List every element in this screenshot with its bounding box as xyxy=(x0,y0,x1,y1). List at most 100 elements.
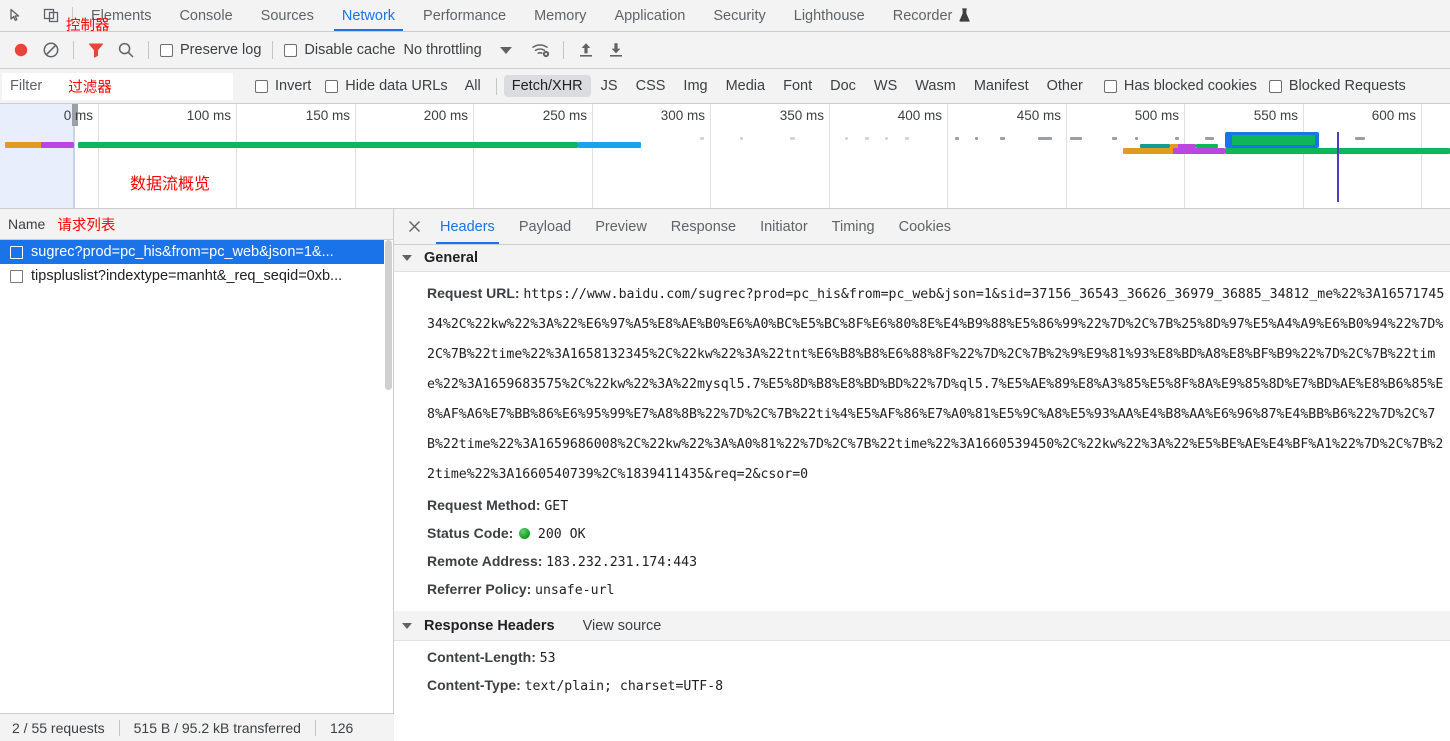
request-row-checkbox[interactable] xyxy=(10,269,23,283)
overview-tick-label: 200 ms xyxy=(423,108,468,123)
filter-type-fetch-xhr[interactable]: Fetch/XHR xyxy=(503,75,591,97)
tab-lighthouse[interactable]: Lighthouse xyxy=(780,0,879,31)
invert-label: Invert xyxy=(275,78,312,94)
invert-checkbox[interactable]: Invert xyxy=(251,78,315,94)
overview-tick-label: 300 ms xyxy=(660,108,705,123)
network-overview[interactable]: 0 ms 100 ms 150 ms 200 ms 250 ms 300 ms 350 ms… xyxy=(0,104,1450,209)
tab-console[interactable]: Console xyxy=(165,0,246,31)
general-section-header[interactable]: General xyxy=(394,245,1450,272)
content-type-key: Content-Type: xyxy=(427,677,521,693)
details-tab-initiator[interactable]: Initiator xyxy=(748,209,820,244)
remote-address-value: 183.232.231.174:443 xyxy=(546,555,698,570)
download-icon[interactable] xyxy=(601,36,631,64)
details-tab-preview[interactable]: Preview xyxy=(583,209,659,244)
inspect-element-icon[interactable] xyxy=(0,0,34,31)
overview-tick-line xyxy=(1184,104,1185,208)
details-tab-payload[interactable]: Payload xyxy=(507,209,583,244)
blocked-requests-checkbox[interactable]: Blocked Requests xyxy=(1265,78,1410,94)
device-toolbar-icon[interactable] xyxy=(34,0,68,31)
details-tab-cookies[interactable]: Cookies xyxy=(887,209,963,244)
filter-type-manifest[interactable]: Manifest xyxy=(966,75,1037,97)
tab-recorder[interactable]: Recorder xyxy=(879,0,986,31)
chevron-down-icon xyxy=(402,255,412,261)
filter-type-ws[interactable]: WS xyxy=(866,75,905,97)
filter-type-css[interactable]: CSS xyxy=(628,75,674,97)
filter-icon[interactable] xyxy=(81,36,111,64)
invert-checkbox-box xyxy=(255,79,268,93)
details-tab-headers[interactable]: Headers xyxy=(428,209,507,244)
response-headers-section-title: Response Headers xyxy=(424,617,555,634)
overview-micro-bar xyxy=(1070,137,1082,140)
scrollbar-thumb[interactable] xyxy=(385,240,392,390)
upload-icon[interactable] xyxy=(571,36,601,64)
request-list-header: Name 请求列表 xyxy=(0,209,393,240)
wifi-settings-icon[interactable] xyxy=(526,36,556,64)
tab-memory[interactable]: Memory xyxy=(520,0,600,31)
status-requests-count: 2 / 55 requests xyxy=(12,719,105,736)
general-referrer-policy-row: Referrer Policy: unsafe-url xyxy=(394,576,1450,611)
overview-micro-bar xyxy=(1135,137,1138,140)
overview-micro-bar xyxy=(955,137,959,140)
dom-content-loaded-marker xyxy=(1337,132,1339,202)
preserve-log-checkbox[interactable]: Preserve log xyxy=(156,42,265,58)
overview-request-bar xyxy=(1178,144,1196,148)
has-blocked-cookies-checkbox-box xyxy=(1103,79,1117,93)
overview-tick-line xyxy=(1303,104,1304,208)
request-row-sugrec[interactable]: sugrec?prod=pc_his&from=pc_web&json=1&..… xyxy=(0,240,393,264)
request-url-value[interactable]: https://www.baidu.com/sugrec?prod=pc_his… xyxy=(427,287,1444,482)
tab-application[interactable]: Application xyxy=(600,0,699,31)
filter-type-js[interactable]: JS xyxy=(593,75,626,97)
overview-tick-line xyxy=(710,104,711,208)
referrer-policy-value: unsafe-url xyxy=(535,583,615,598)
request-row-checkbox[interactable] xyxy=(10,245,23,259)
search-icon[interactable] xyxy=(111,36,141,64)
filter-type-doc[interactable]: Doc xyxy=(822,75,864,97)
details-tab-timing[interactable]: Timing xyxy=(820,209,887,244)
filter-divider xyxy=(495,77,497,95)
filter-type-all[interactable]: All xyxy=(457,75,489,97)
has-blocked-cookies-checkbox[interactable]: Has blocked cookies xyxy=(1100,78,1261,94)
overview-request-bar xyxy=(1173,148,1225,154)
details-tab-response[interactable]: Response xyxy=(659,209,748,244)
filter-type-media[interactable]: Media xyxy=(718,75,774,97)
request-list-pane: Name 请求列表 sugrec?prod=pc_his&from=pc_web… xyxy=(0,209,394,741)
network-status-bar: 2 / 55 requests 515 B / 95.2 kB transfer… xyxy=(0,713,394,741)
filter-type-wasm[interactable]: Wasm xyxy=(907,75,964,97)
disable-cache-checkbox[interactable]: Disable cache xyxy=(280,42,399,58)
tab-security[interactable]: Security xyxy=(699,0,779,31)
chevron-down-icon xyxy=(402,622,412,629)
column-header-name[interactable]: Name xyxy=(8,216,45,232)
view-source-link[interactable]: View source xyxy=(583,618,662,634)
throttling-select[interactable]: No throttling xyxy=(403,42,481,58)
hide-data-urls-label: Hide data URLs xyxy=(345,78,448,94)
overview-tick-label: 150 ms xyxy=(305,108,350,123)
close-icon[interactable] xyxy=(400,209,428,244)
record-icon[interactable] xyxy=(6,36,36,64)
tab-performance[interactable]: Performance xyxy=(409,0,520,31)
overview-micro-bar xyxy=(700,137,704,140)
overview-micro-bar xyxy=(1112,137,1117,140)
details-body: General Request URL: https://www.baidu.c… xyxy=(394,245,1450,741)
search-input[interactable]: Filter 过滤器 xyxy=(2,72,233,100)
general-request-url-row: Request URL: https://www.baidu.com/sugre… xyxy=(394,272,1450,492)
overview-request-bar xyxy=(41,142,74,148)
tab-network[interactable]: Network xyxy=(328,0,409,31)
request-row-tipspluslist[interactable]: tipspluslist?indextype=manht&_req_seqid=… xyxy=(0,264,393,288)
filter-type-img[interactable]: Img xyxy=(675,75,715,97)
toolbar-divider-1 xyxy=(73,41,74,59)
request-list-scrollbar[interactable] xyxy=(384,240,393,713)
general-section-title: General xyxy=(424,250,478,266)
status-transferred: 515 B / 95.2 kB transferred xyxy=(133,719,301,736)
hide-data-urls-checkbox[interactable]: Hide data URLs xyxy=(321,78,451,94)
filter-type-font[interactable]: Font xyxy=(775,75,820,97)
overview-tick-label: 450 ms xyxy=(1016,108,1061,123)
clear-icon[interactable] xyxy=(36,36,66,64)
filter-type-other[interactable]: Other xyxy=(1039,75,1091,97)
overview-tick-line xyxy=(829,104,830,208)
remote-address-key: Remote Address: xyxy=(427,553,543,569)
overview-tick-label: 250 ms xyxy=(542,108,587,123)
response-headers-section-header[interactable]: Response Headers View source xyxy=(394,611,1450,641)
chevron-down-icon[interactable] xyxy=(499,46,512,54)
tab-sources[interactable]: Sources xyxy=(247,0,328,31)
response-header-content-length-row: Content-Length: 53 xyxy=(394,641,1450,672)
